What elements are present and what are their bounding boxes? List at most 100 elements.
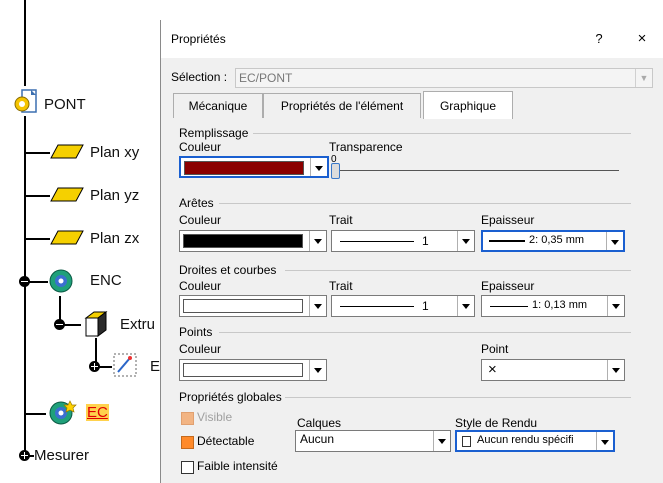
tree-connector (28, 281, 48, 283)
tree-item-pont[interactable]: PONT (44, 96, 86, 113)
point-color-label: Couleur (179, 342, 222, 356)
calques-value: Aucun (300, 432, 335, 446)
tree-item-plan-xy[interactable]: Plan xy (90, 144, 139, 161)
help-button[interactable]: ? (589, 28, 609, 50)
transparence-label: Transparence (329, 140, 403, 154)
tree-item-plan-yz[interactable]: Plan yz (90, 187, 139, 204)
point-symbol-label: Point (481, 342, 509, 356)
style-rendu-value: Aucun rendu spécifi (477, 434, 574, 446)
tree-item-esquisse[interactable]: E (150, 358, 160, 375)
style-rendu-label: Style de Rendu (455, 416, 538, 430)
chevron-down-icon[interactable] (596, 432, 613, 450)
edge-color-combo[interactable] (179, 230, 327, 252)
specification-tree: PONT Plan xy Plan yz Plan zx ENC Extru E… (0, 0, 160, 483)
chevron-down-icon[interactable] (457, 296, 474, 316)
detectable-label: Détectable (197, 434, 255, 448)
line-color-swatch (183, 299, 303, 313)
section-droites-courbes: Droites et courbes (179, 263, 277, 277)
line-color-label: Couleur (179, 279, 222, 293)
chevron-down-icon[interactable] (457, 231, 474, 251)
tree-item-enc[interactable]: ENC (90, 272, 122, 289)
plane-icon (50, 142, 84, 162)
plane-icon (50, 228, 84, 248)
line-trait-combo[interactable]: 1 (331, 295, 475, 317)
part-icon (12, 88, 42, 118)
close-button[interactable]: × (631, 28, 653, 50)
section-proprietes-globales: Propriétés globales (179, 390, 282, 404)
selection-value: EC/PONT (239, 71, 293, 85)
dialog-titlebar[interactable]: Propriétés ? × (161, 20, 663, 58)
style-rendu-combo[interactable]: Aucun rendu spécifi (455, 430, 615, 452)
point-color-combo[interactable] (179, 359, 327, 381)
tree-connector (24, 0, 26, 86)
line-epaisseur-value: 1: 0,13 mm (532, 299, 588, 311)
tree-connector (63, 324, 81, 326)
line-style-glyph (340, 306, 414, 307)
point-symbol-value: × (488, 361, 497, 378)
calques-combo[interactable]: Aucun (295, 430, 451, 452)
fill-color-combo[interactable] (179, 156, 329, 178)
tree-item-plan-zx[interactable]: Plan zx (90, 230, 139, 247)
tree-item-extrusion[interactable]: Extru (120, 316, 155, 333)
line-weight-glyph (489, 240, 525, 242)
line-style-glyph (340, 241, 414, 242)
edge-trait-combo[interactable]: 1 (331, 230, 475, 252)
faible-intensite-label: Faible intensité (197, 459, 278, 473)
chevron-down-icon[interactable] (607, 360, 624, 380)
body-gear-icon (46, 266, 76, 296)
transparence-slider-track[interactable] (335, 170, 619, 171)
section-remplissage: Remplissage (179, 126, 249, 140)
section-divider (219, 203, 631, 204)
line-color-combo[interactable] (179, 295, 327, 317)
chevron-down-icon[interactable] (433, 431, 450, 451)
point-symbol-combo[interactable]: × (481, 359, 625, 381)
line-epaisseur-combo[interactable]: 1: 0,13 mm (481, 295, 625, 317)
fill-color-swatch (184, 161, 304, 175)
edge-epaisseur-value: 2: 0,35 mm (529, 234, 585, 246)
section-divider (285, 270, 631, 271)
faible-intensite-checkbox[interactable] (181, 461, 194, 474)
chevron-down-icon[interactable] (309, 296, 326, 316)
line-trait-value: 1 (422, 299, 429, 313)
edge-trait-value: 1 (422, 234, 429, 248)
tree-connector (95, 338, 97, 362)
tree-item-mesurer[interactable]: Mesurer (34, 447, 89, 464)
selection-label: Sélection : (171, 70, 228, 84)
line-trait-label: Trait (329, 279, 353, 293)
render-style-icon (462, 436, 471, 447)
section-divider (285, 397, 631, 398)
transparence-slider-thumb[interactable] (331, 163, 340, 179)
selection-combo[interactable]: EC/PONT ▼ (235, 68, 653, 88)
section-divider (253, 133, 631, 134)
tree-connector (24, 195, 50, 197)
section-points: Points (179, 325, 213, 339)
tree-item-ec[interactable]: EC (86, 404, 109, 421)
body-gear-icon (46, 397, 80, 429)
dialog-title: Propriétés (171, 32, 226, 46)
properties-dialog: Propriétés ? × Sélection : EC/PONT ▼ Méc… (160, 20, 663, 483)
edge-epaisseur-combo[interactable]: 2: 0,35 mm (481, 230, 625, 252)
tree-connector (24, 152, 50, 154)
tree-connector (24, 413, 46, 415)
chevron-down-icon[interactable] (309, 231, 326, 251)
plane-icon (50, 185, 84, 205)
chevron-down-icon[interactable]: ▼ (635, 69, 652, 87)
detectable-checkbox[interactable] (181, 436, 194, 449)
visible-label: Visible (197, 410, 233, 424)
extrude-icon (80, 308, 110, 338)
edge-epaisseur-label: Epaisseur (481, 213, 535, 227)
chevron-down-icon[interactable] (309, 360, 326, 380)
tab-mecanique[interactable]: Mécanique (173, 93, 263, 118)
chevron-down-icon[interactable] (607, 296, 624, 316)
point-color-swatch (183, 363, 303, 377)
section-divider (219, 332, 631, 333)
visible-checkbox[interactable] (181, 412, 194, 425)
graphique-panel: Remplissage Couleur Transparence 0 Arête… (173, 118, 653, 483)
calques-label: Calques (297, 416, 342, 430)
tree-connector (24, 238, 50, 240)
chevron-down-icon[interactable] (606, 232, 623, 250)
fill-color-label: Couleur (179, 140, 222, 154)
tab-graphique[interactable]: Graphique (423, 91, 513, 119)
tab-proprietes-element[interactable]: Propriétés de l'élément (263, 93, 421, 118)
chevron-down-icon[interactable] (310, 158, 327, 176)
